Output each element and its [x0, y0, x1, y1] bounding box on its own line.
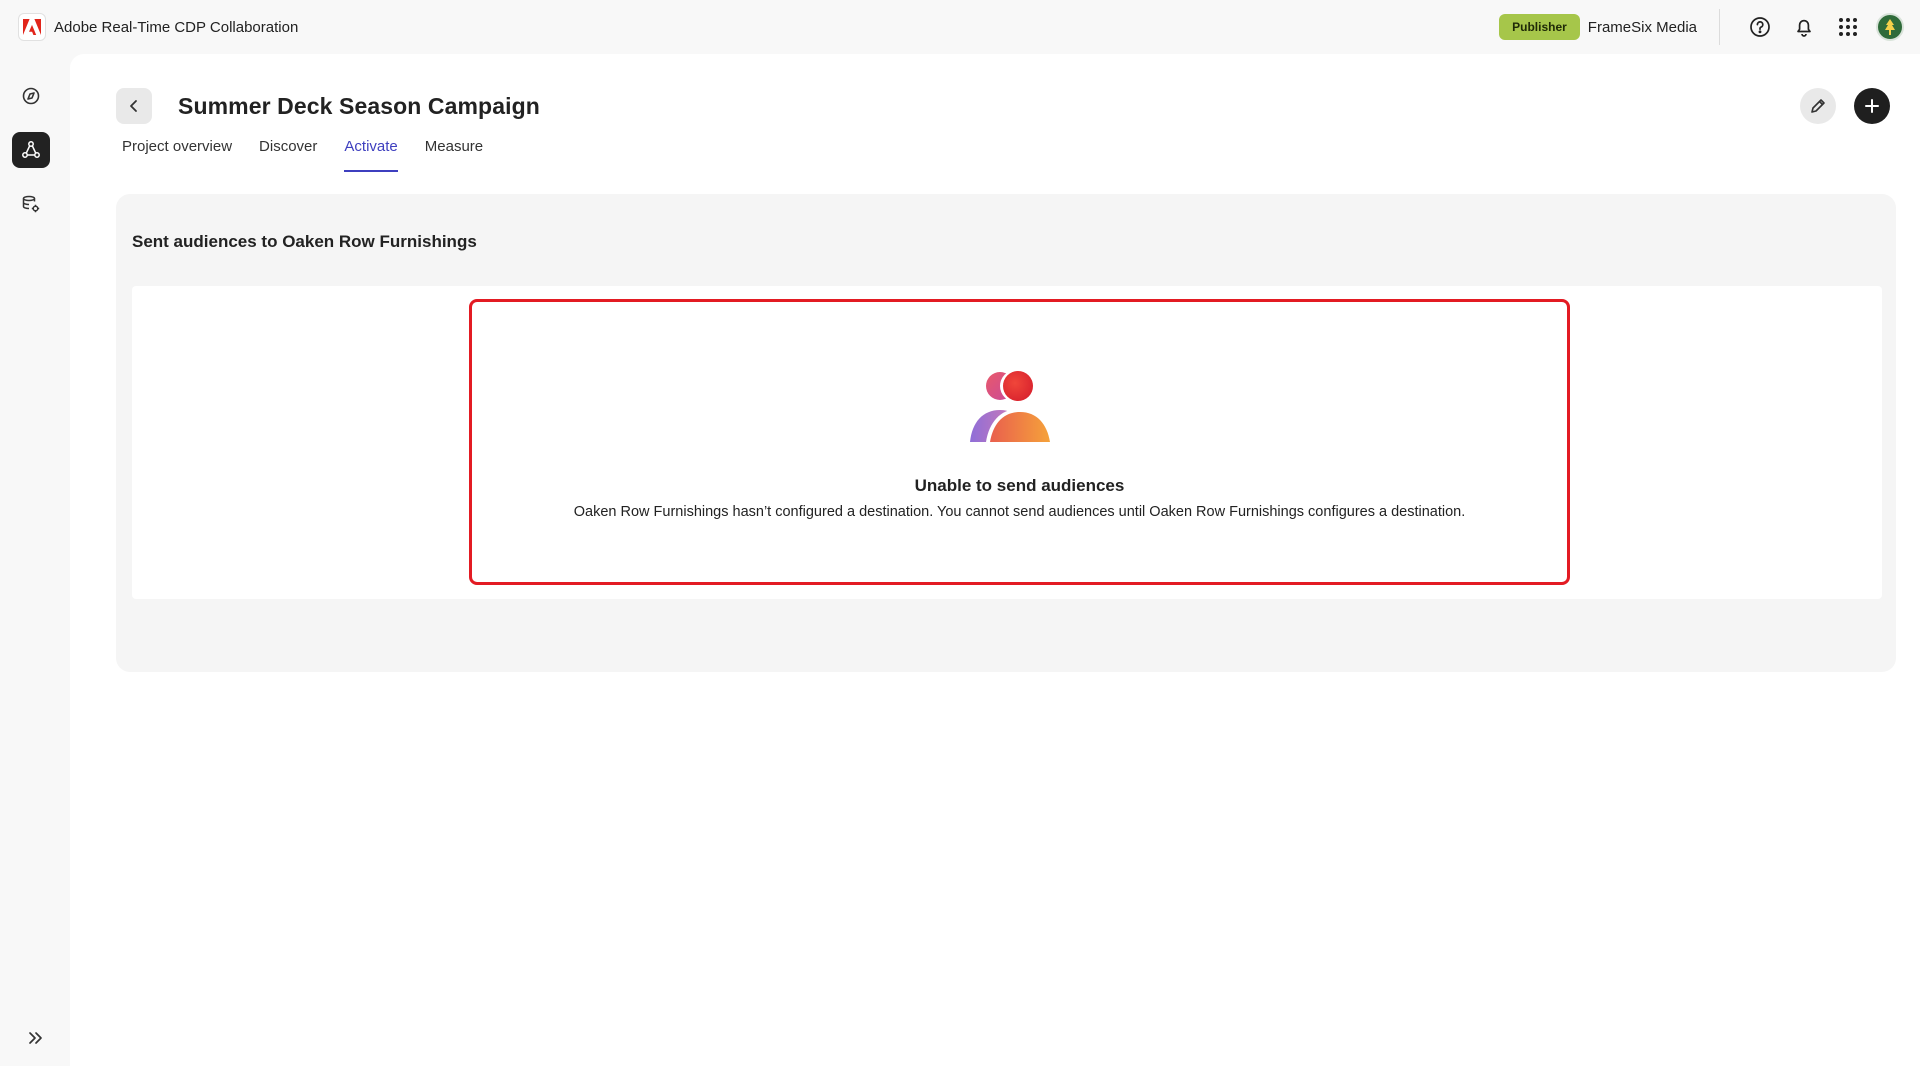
- user-avatar[interactable]: [1876, 13, 1904, 41]
- edit-button[interactable]: [1800, 88, 1836, 124]
- brand[interactable]: Adobe Real-Time CDP Collaboration: [18, 13, 298, 41]
- app-title: Adobe Real-Time CDP Collaboration: [54, 18, 299, 36]
- left-rail: [0, 54, 62, 1066]
- data-settings-icon[interactable]: [12, 186, 50, 222]
- org-switcher[interactable]: FrameSix Media: [1588, 19, 1697, 36]
- tab-project-overview[interactable]: Project overview: [122, 136, 232, 176]
- empty-state: Unable to send audiences Oaken Row Furni…: [469, 299, 1570, 585]
- top-bar-actions: Publisher FrameSix Media: [1499, 0, 1904, 54]
- tab-discover[interactable]: Discover: [259, 136, 317, 176]
- header-actions: [1800, 88, 1890, 124]
- project-header: Summer Deck Season Campaign: [116, 86, 1890, 126]
- adobe-logo-icon: [18, 13, 46, 41]
- tab-measure[interactable]: Measure: [425, 136, 483, 176]
- sent-audiences-section: Sent audiences to Oaken Row Furnishings: [116, 194, 1896, 672]
- back-button[interactable]: [116, 88, 152, 124]
- audiences-container: Unable to send audiences Oaken Row Furni…: [132, 286, 1882, 599]
- empty-state-title: Unable to send audiences: [914, 476, 1125, 495]
- top-bar: Adobe Real-Time CDP Collaboration Publis…: [0, 0, 1920, 54]
- top-bar-divider: [1719, 9, 1720, 45]
- main-panel: Summer Deck Season Campaign Project over…: [70, 54, 1920, 1066]
- audience-illustration-icon: [970, 370, 1050, 442]
- collaboration-icon[interactable]: [12, 132, 50, 168]
- compass-icon[interactable]: [12, 78, 50, 114]
- project-tabs: Project overview Discover Activate Measu…: [122, 136, 483, 176]
- empty-state-description: Oaken Row Furnishings hasn’t configured …: [573, 504, 1466, 520]
- add-button[interactable]: [1854, 88, 1890, 124]
- help-icon[interactable]: [1742, 9, 1778, 45]
- page-title: Summer Deck Season Campaign: [178, 92, 540, 119]
- app-grid-icon[interactable]: [1830, 9, 1866, 45]
- role-badge: Publisher: [1499, 14, 1580, 40]
- bell-icon[interactable]: [1786, 9, 1822, 45]
- section-title: Sent audiences to Oaken Row Furnishings: [132, 232, 477, 251]
- tab-activate[interactable]: Activate: [344, 136, 399, 176]
- expand-rail-icon[interactable]: [22, 1024, 50, 1052]
